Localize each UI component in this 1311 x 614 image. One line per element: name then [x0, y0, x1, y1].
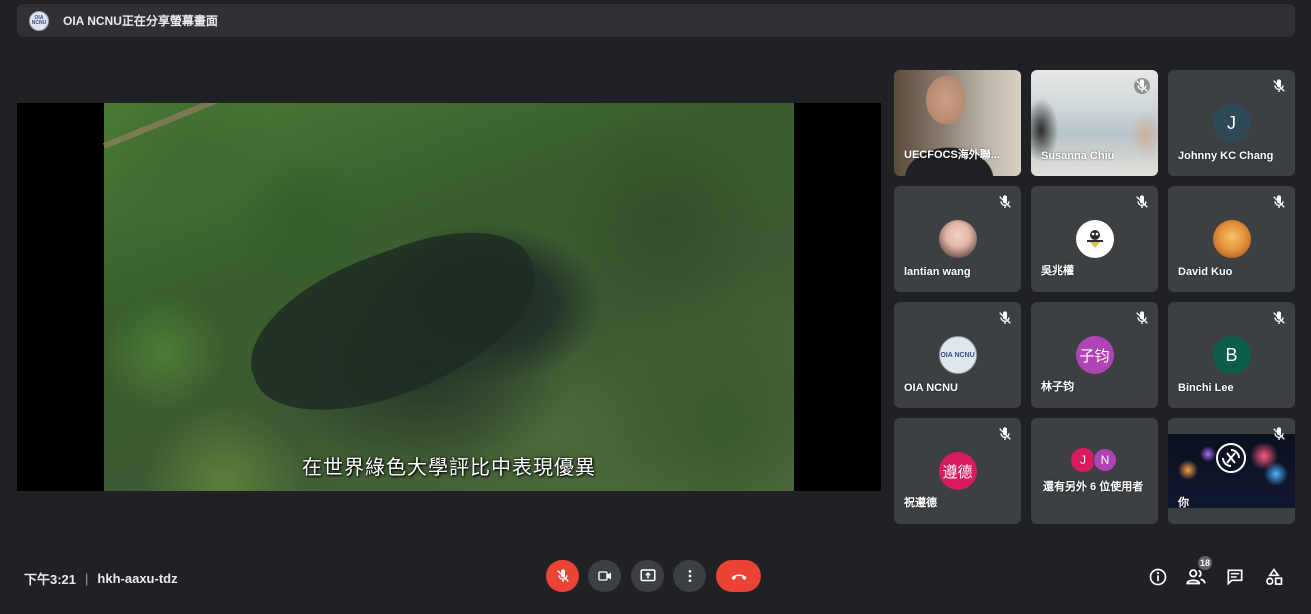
mic-off-icon	[1134, 78, 1150, 94]
mic-off-icon	[1273, 79, 1285, 92]
meeting-time: 下午3:21	[24, 572, 77, 587]
participant-logo-avatar: OIA NCNU	[938, 336, 977, 374]
mic-off-icon	[1273, 427, 1285, 440]
participant-name: OIA NCNU	[904, 382, 958, 394]
video-subtitle: 在世界綠色大學評比中表現優異	[302, 457, 596, 479]
participant-name: 林子钧	[1041, 381, 1074, 393]
separator: |	[85, 571, 89, 586]
mic-off-icon	[1273, 195, 1285, 208]
shared-screen: 在世界綠色大學評比中表現優異	[17, 103, 881, 491]
video-pond	[229, 205, 559, 441]
presenter-avatar: OIA NCNU	[29, 10, 49, 31]
participant-tile[interactable]: Susanna Chiu	[1031, 70, 1158, 176]
more-vert-icon	[688, 570, 691, 582]
chat-icon	[1227, 569, 1243, 586]
mic-off-icon	[999, 195, 1011, 208]
meeting-details: 下午3:21 | hkh-aaxu-tdz	[24, 569, 178, 588]
participant-tile[interactable]: David Kuo	[1168, 186, 1295, 292]
leave-call-button[interactable]	[716, 560, 761, 592]
video-path	[102, 103, 263, 149]
mic-toggle-button[interactable]	[546, 560, 579, 592]
participant-initial-avatar: B	[1212, 336, 1251, 374]
participant-name: Johnny KC Chang	[1178, 150, 1274, 162]
present-screen-icon	[640, 569, 655, 582]
other-participants-label: 還有另外 6 位使用者	[1043, 481, 1144, 493]
participant-initial-avatar: J	[1212, 104, 1251, 142]
participant-tile[interactable]: UECFOCS海外聯...	[894, 70, 1021, 176]
activities-icon	[1266, 568, 1283, 585]
more-options-button[interactable]	[673, 560, 706, 592]
participant-logo-text: OIA NCNU	[940, 351, 975, 359]
participant-initial-avatar: N	[1093, 448, 1117, 472]
hangup-icon	[731, 574, 746, 581]
cartoon-icon	[1086, 230, 1103, 248]
camera-icon	[597, 571, 611, 581]
participant-tile[interactable]: 吳兆權	[1031, 186, 1158, 292]
participant-photo-avatar	[1075, 220, 1114, 258]
meeting-code: hkh-aaxu-tdz	[97, 571, 178, 586]
self-video-logo	[1216, 443, 1246, 473]
mic-off-icon	[999, 427, 1011, 440]
participant-name: lantian wang	[904, 266, 971, 278]
participant-count-badge: 18	[1197, 555, 1213, 571]
participant-photo-avatar	[938, 220, 977, 258]
participant-photo-avatar	[1212, 220, 1251, 258]
participant-name: Binchi Lee	[1178, 382, 1234, 394]
participant-initial-avatar: 子钧	[1075, 336, 1114, 374]
mic-off-icon	[1136, 195, 1148, 208]
participant-tile[interactable]: OIA NCNU OIA NCNU	[894, 302, 1021, 408]
participant-name: 吳兆權	[1041, 265, 1074, 277]
participant-tile[interactable]: B Binchi Lee	[1168, 302, 1295, 408]
chat-button[interactable]	[1224, 566, 1246, 588]
participant-name: Susanna Chiu	[1041, 150, 1115, 162]
meeting-info-button[interactable]	[1147, 566, 1169, 588]
mic-off-icon	[1136, 311, 1148, 324]
mic-off-icon	[1273, 311, 1285, 324]
presenter-logo-text: OIA NCNU	[31, 14, 47, 26]
self-tile[interactable]: 你	[1168, 418, 1295, 524]
other-participants-tile[interactable]: J N 還有另外 6 位使用者	[1031, 418, 1158, 524]
shared-video-frame: 在世界綠色大學評比中表現優異	[102, 103, 794, 491]
participant-name: 你	[1178, 497, 1189, 509]
participant-name: David Kuo	[1178, 266, 1233, 278]
participant-tile[interactable]: 子钧 林子钧	[1031, 302, 1158, 408]
participant-name: UECFOCS海外聯...	[904, 149, 1000, 161]
other-participants-avatars: J N	[1071, 448, 1117, 472]
activities-button[interactable]	[1263, 566, 1285, 588]
info-icon	[1149, 568, 1167, 586]
participant-tile[interactable]: 遵德 祝遵德	[894, 418, 1021, 524]
presenting-banner: OIA NCNU OIA NCNU正在分享螢幕畫面	[17, 4, 1295, 37]
presenting-banner-text: OIA NCNU正在分享螢幕畫面	[63, 14, 218, 28]
participant-tile[interactable]: J Johnny KC Chang	[1168, 70, 1295, 176]
mic-off-icon	[556, 569, 569, 582]
participant-initial-avatar: 遵德	[938, 452, 977, 490]
participant-name: 祝遵德	[904, 497, 937, 509]
participant-initial-avatar: J	[1071, 448, 1095, 472]
swirl-icon	[1222, 449, 1240, 467]
participant-tile[interactable]: lantian wang	[894, 186, 1021, 292]
present-screen-button[interactable]	[631, 560, 664, 592]
camera-toggle-button[interactable]	[588, 560, 621, 592]
mic-off-icon	[999, 311, 1011, 324]
